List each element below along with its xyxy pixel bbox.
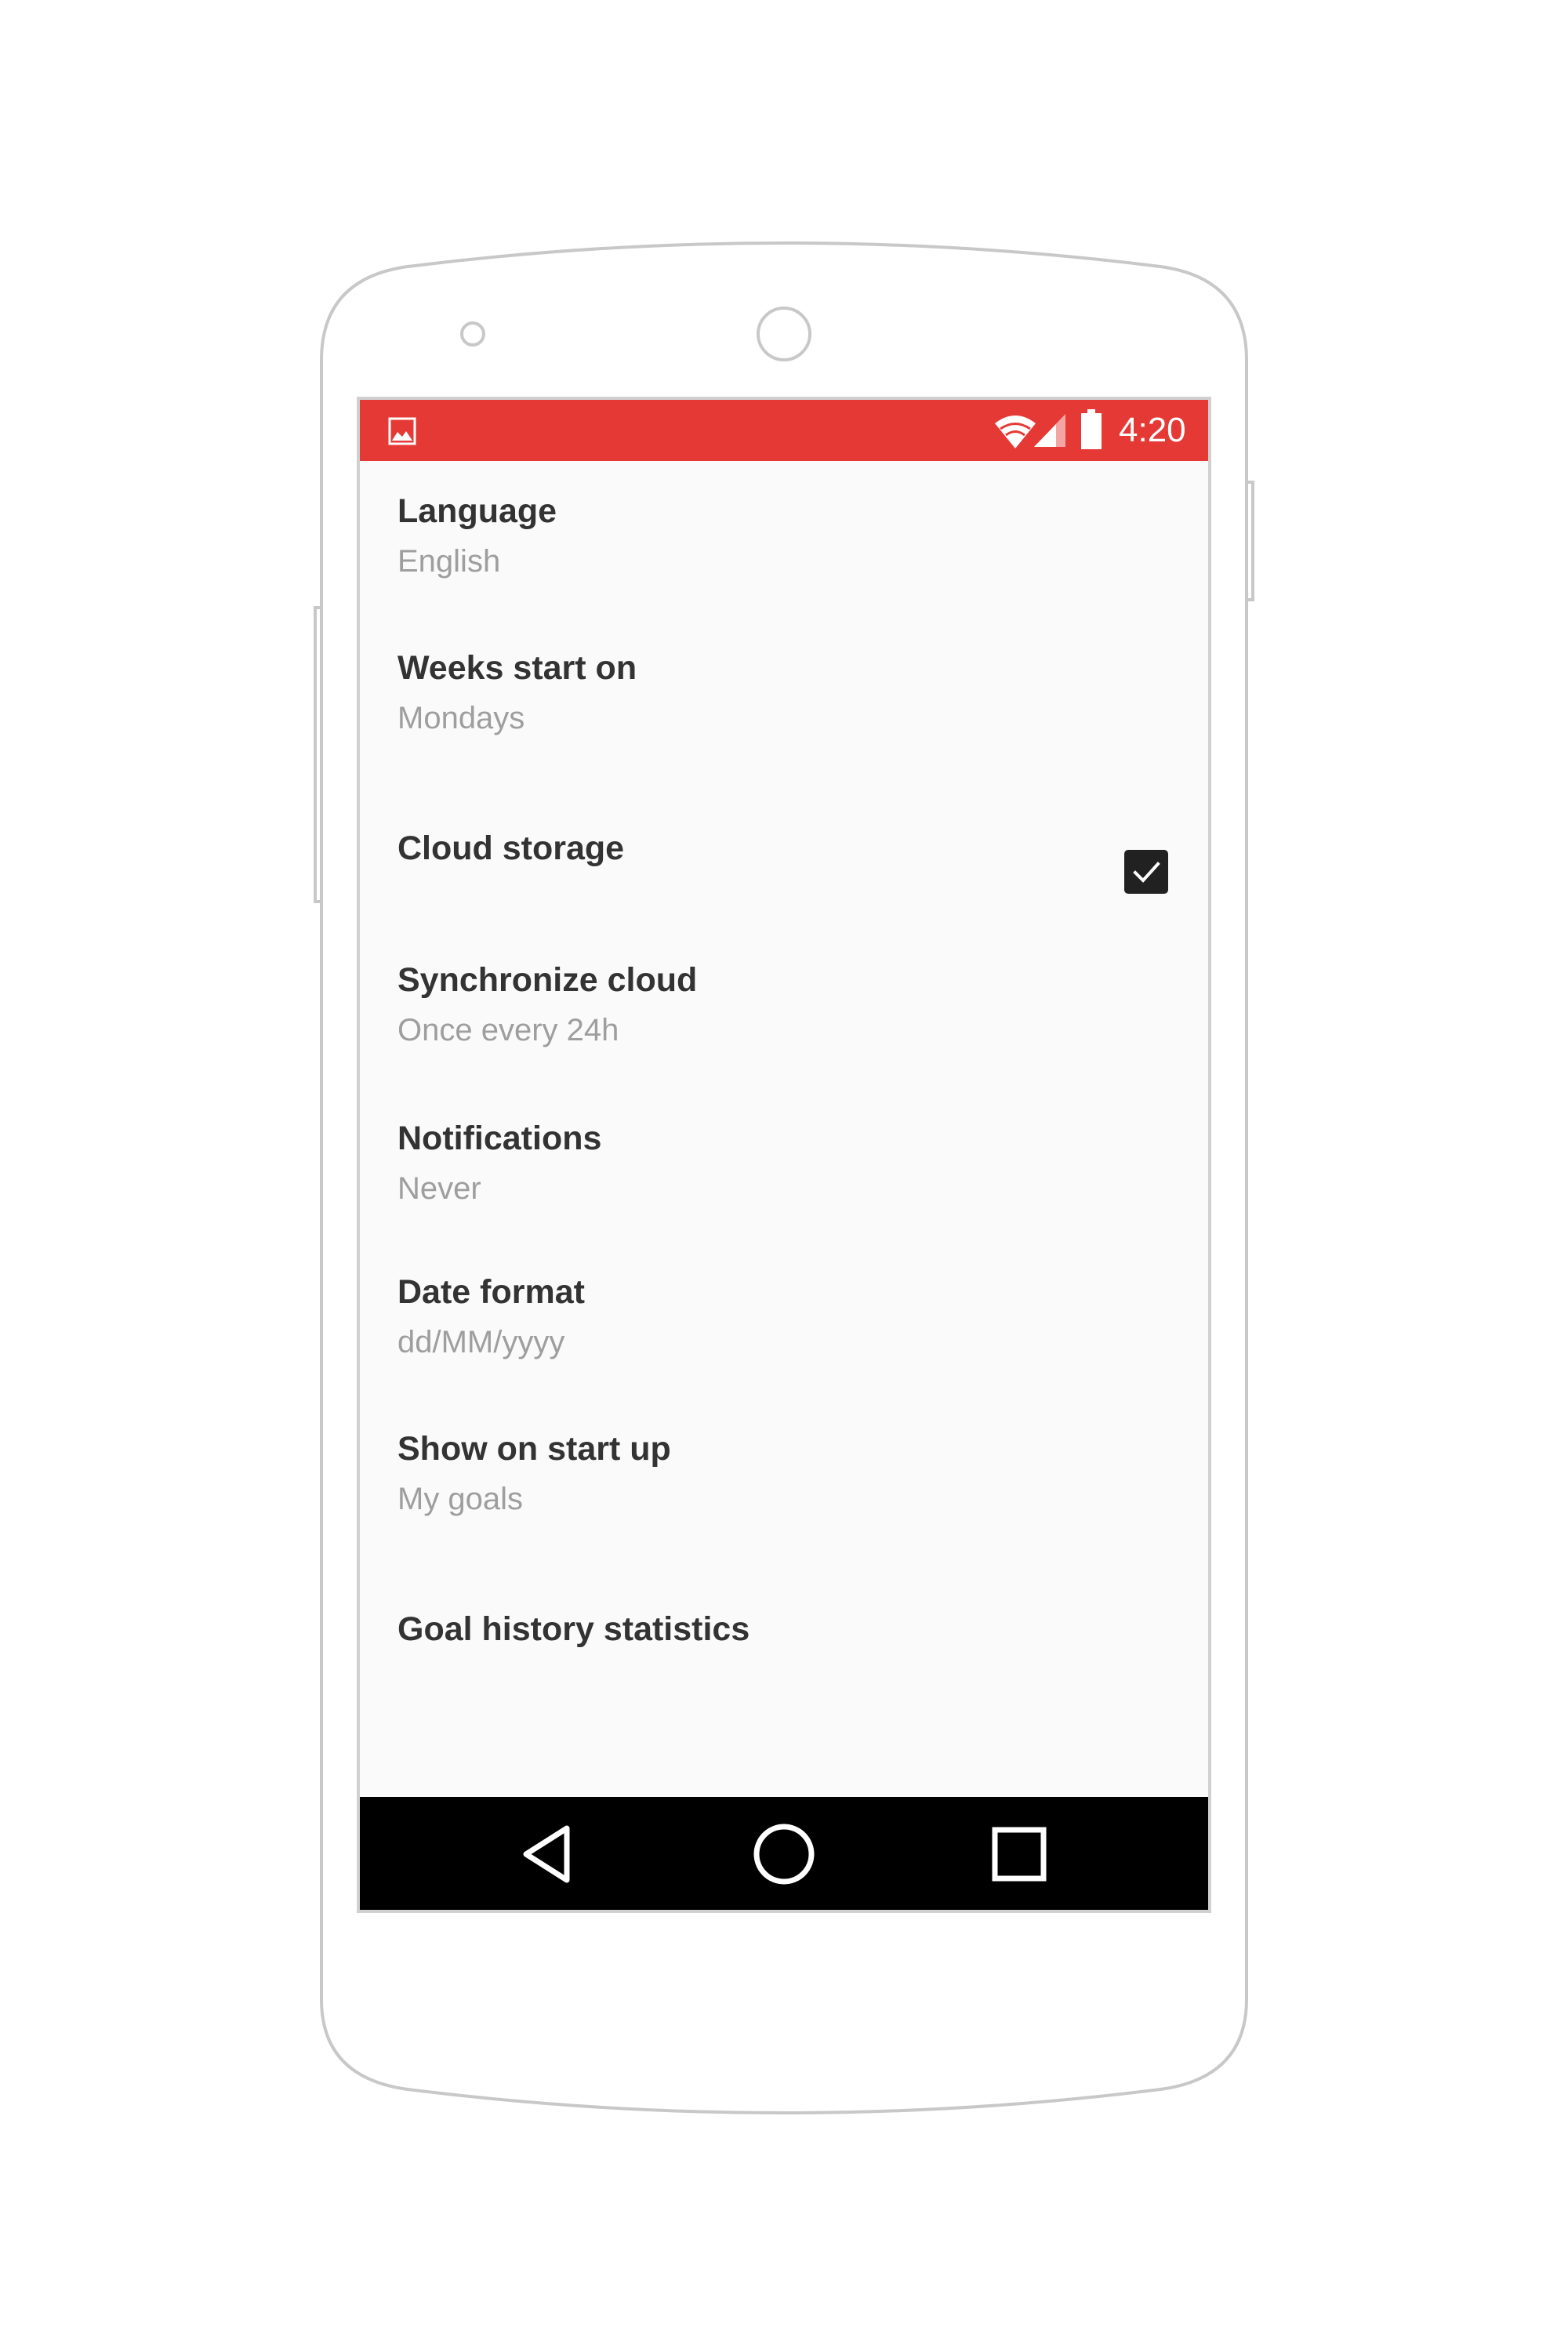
- setting-title: Weeks start on: [397, 649, 637, 687]
- setting-value: Mondays: [397, 701, 525, 735]
- setting-title: Notifications: [397, 1120, 602, 1157]
- setting-title: Show on start up: [397, 1430, 671, 1468]
- setting-value: Once every 24h: [397, 1013, 619, 1047]
- battery-icon: [1081, 409, 1102, 449]
- front-camera: [460, 321, 485, 347]
- setting-title: Date format: [397, 1273, 585, 1311]
- canvas: 4:20 Language English Weeks start on Mon…: [0, 0, 1568, 2352]
- setting-title: Cloud storage: [397, 829, 625, 867]
- recents-icon[interactable]: [984, 1819, 1054, 1889]
- setting-weeks-start-on[interactable]: Weeks start on Mondays: [397, 649, 1171, 775]
- setting-synchronize-cloud[interactable]: Synchronize cloud Once every 24h: [397, 961, 1171, 1087]
- setting-title: Language: [397, 492, 557, 530]
- setting-value: Never: [397, 1171, 481, 1206]
- setting-value: English: [397, 544, 501, 579]
- setting-goal-history-statistics[interactable]: Goal history statistics: [397, 1574, 1171, 1700]
- setting-title: Goal history statistics: [397, 1610, 750, 1648]
- setting-value: dd/MM/yyyy: [397, 1325, 565, 1359]
- cloud-storage-checkbox[interactable]: [1124, 850, 1168, 894]
- checkmark-icon: [1133, 862, 1160, 883]
- setting-date-format[interactable]: Date format dd/MM/yyyy: [397, 1273, 1171, 1399]
- setting-cloud-storage[interactable]: Cloud storage: [397, 790, 1171, 916]
- setting-title: Synchronize cloud: [397, 961, 698, 999]
- earpiece: [757, 307, 811, 361]
- back-icon[interactable]: [512, 1819, 583, 1889]
- phone-screen: 4:20 Language English Weeks start on Mon…: [360, 400, 1208, 1910]
- setting-value: My goals: [397, 1482, 524, 1516]
- status-clock: 4:20: [1119, 411, 1186, 449]
- gallery-icon: [388, 417, 416, 445]
- setting-show-on-start-up[interactable]: Show on start up My goals: [397, 1430, 1171, 1555]
- signal-icon: [1034, 414, 1065, 447]
- setting-notifications[interactable]: Notifications Never: [397, 1120, 1171, 1245]
- wifi-icon: [995, 416, 1036, 448]
- navigation-bar: [360, 1797, 1208, 1910]
- setting-language[interactable]: Language English: [397, 492, 1171, 618]
- home-icon[interactable]: [749, 1819, 819, 1889]
- status-bar: 4:20: [360, 400, 1208, 461]
